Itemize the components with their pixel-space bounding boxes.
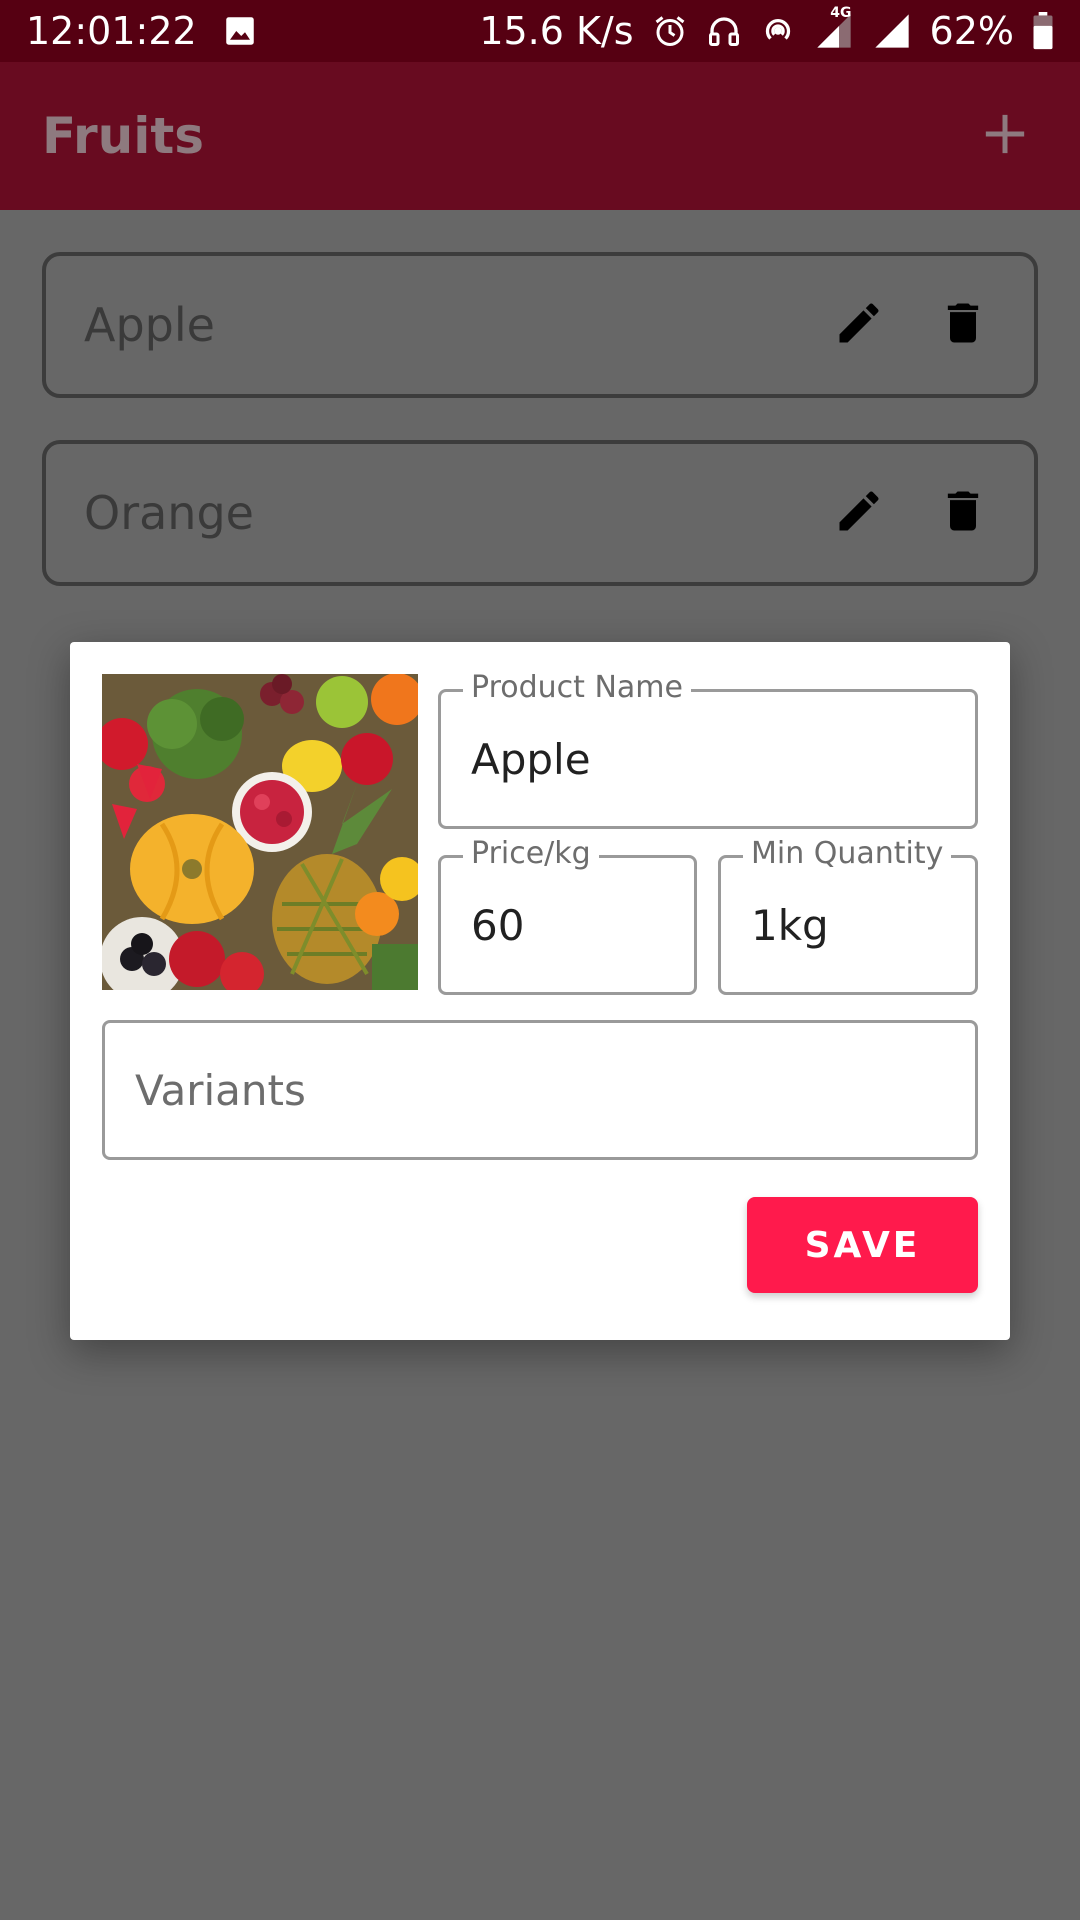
edit-button[interactable] xyxy=(826,480,892,546)
page-title: Fruits xyxy=(42,107,205,165)
image-icon xyxy=(225,16,255,46)
product-name-field[interactable]: Product Name Apple xyxy=(438,668,978,829)
status-time: 12:01:22 xyxy=(26,9,197,53)
edit-icon xyxy=(833,485,885,541)
app-bar: Fruits xyxy=(0,62,1080,210)
battery-level: 62% xyxy=(929,9,1014,53)
save-button[interactable]: SAVE xyxy=(747,1197,978,1293)
product-list: Apple Orange xyxy=(42,252,1038,628)
list-item[interactable]: Orange xyxy=(42,440,1038,586)
delete-icon xyxy=(937,297,989,353)
status-bar: 12:01:22 15.6 K/s 4G 62% xyxy=(0,0,1080,62)
delete-button[interactable] xyxy=(930,480,996,546)
hotspot-icon xyxy=(760,13,796,49)
signal-4g-icon: 4G xyxy=(814,5,854,51)
list-item[interactable]: Apple xyxy=(42,252,1038,398)
edit-icon xyxy=(833,297,885,353)
variants-input[interactable]: Variants xyxy=(135,1023,306,1157)
add-product-button[interactable] xyxy=(972,103,1038,169)
net-speed: 15.6 K/s xyxy=(479,9,634,53)
list-item-label: Orange xyxy=(84,486,254,540)
fruits-image xyxy=(102,674,418,990)
edit-button[interactable] xyxy=(826,292,892,358)
signal-icon xyxy=(872,11,912,51)
variants-field[interactable]: Variants xyxy=(102,1020,978,1160)
price-input[interactable]: 60 xyxy=(471,858,524,992)
delete-icon xyxy=(937,485,989,541)
list-item-label: Apple xyxy=(84,298,215,352)
alarm-icon xyxy=(652,13,688,49)
edit-product-dialog: Product Name Apple Price/kg 60 Min Quant… xyxy=(70,642,1010,1340)
min-quantity-input[interactable]: 1kg xyxy=(751,858,829,992)
product-image[interactable] xyxy=(102,674,418,990)
battery-icon xyxy=(1032,12,1054,50)
product-name-input[interactable]: Apple xyxy=(471,692,591,826)
price-field[interactable]: Price/kg 60 xyxy=(438,834,697,995)
headset-icon xyxy=(706,13,742,49)
plus-icon xyxy=(982,111,1028,161)
delete-button[interactable] xyxy=(930,292,996,358)
min-quantity-field[interactable]: Min Quantity 1kg xyxy=(718,834,978,995)
